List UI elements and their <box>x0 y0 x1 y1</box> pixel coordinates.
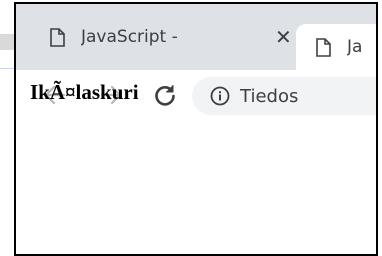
page-content <box>16 121 376 254</box>
tab-active[interactable]: Ja <box>296 24 376 70</box>
tab-title: Ja <box>347 37 363 57</box>
background-divider <box>0 68 14 69</box>
info-icon[interactable] <box>210 86 230 106</box>
browser-window: JavaScript - ✕ Ja Tiedos IkÃ¤laskuri <box>14 2 378 256</box>
tab-title: JavaScript - <box>81 27 178 47</box>
tab-javascript[interactable]: JavaScript - ✕ <box>16 4 294 70</box>
address-text: Tiedos <box>240 85 299 107</box>
reload-icon[interactable] <box>152 82 178 108</box>
document-icon <box>316 37 331 57</box>
address-bar[interactable]: Tiedos <box>192 77 376 115</box>
document-icon <box>50 27 65 47</box>
page-title: IkÃ¤laskuri <box>30 80 139 104</box>
close-icon[interactable]: ✕ <box>275 27 292 47</box>
tab-strip: JavaScript - ✕ Ja <box>16 4 376 70</box>
background-tabstrip <box>0 34 14 50</box>
